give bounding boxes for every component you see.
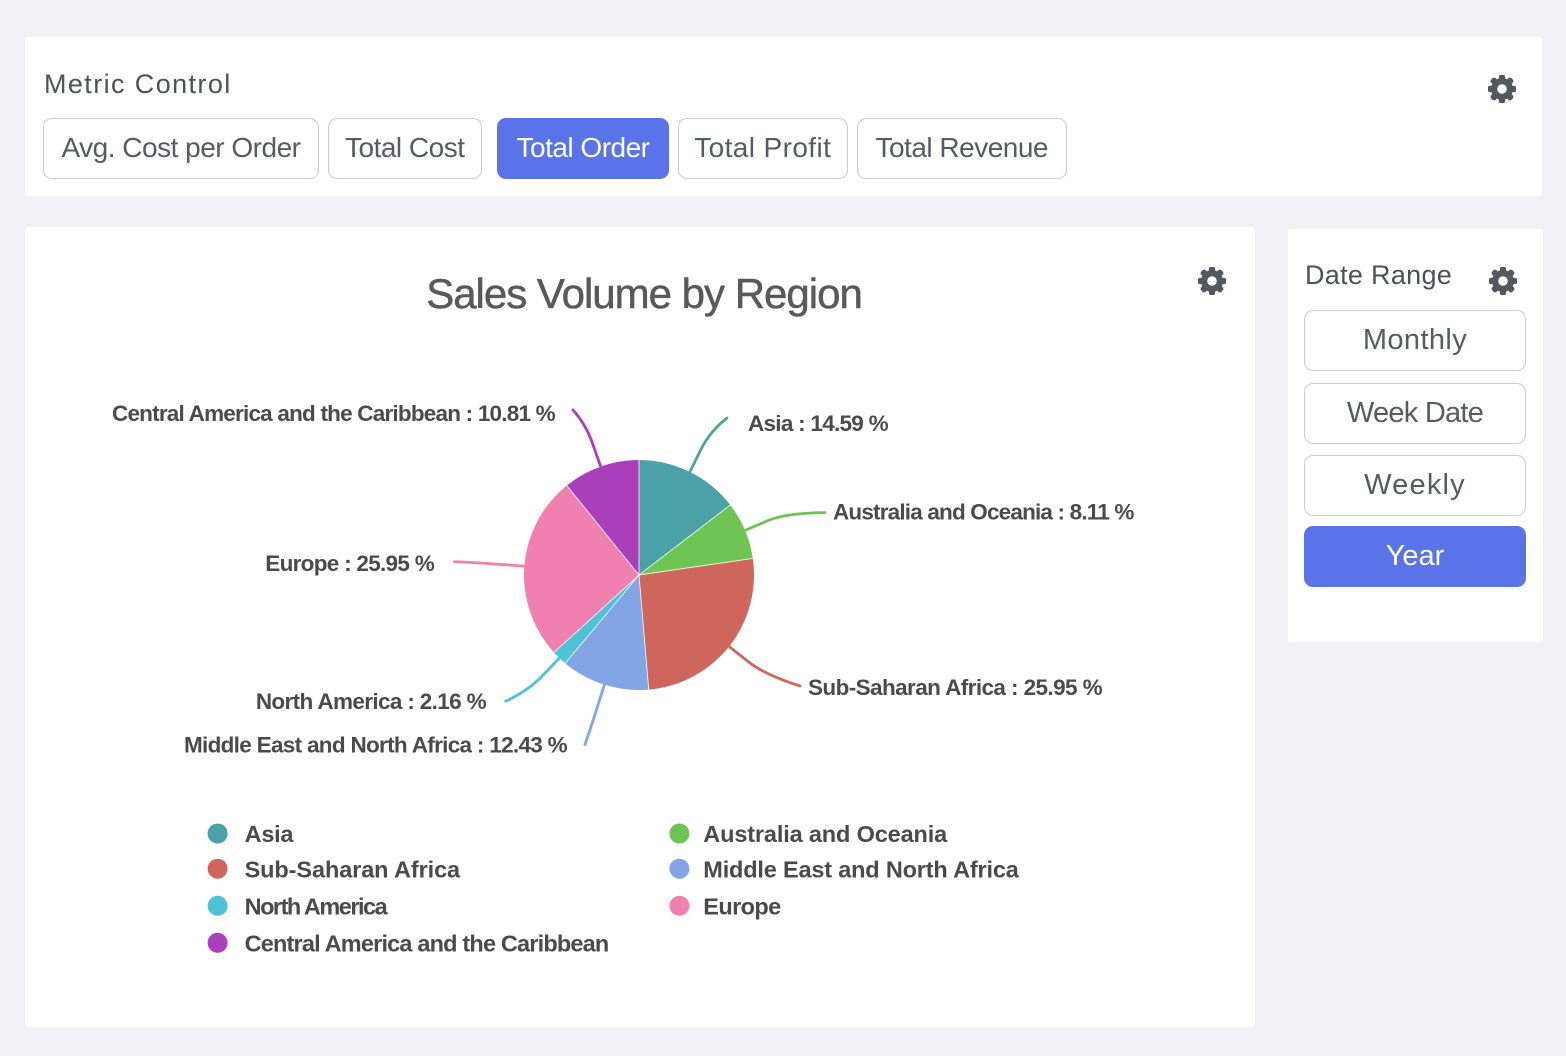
svg-text:North America : 2.16 %: North America : 2.16 % (256, 689, 487, 714)
svg-text:Sub-Saharan Africa : 25.95 %: Sub-Saharan Africa : 25.95 % (808, 675, 1103, 700)
svg-text:Asia: Asia (245, 821, 295, 847)
svg-text:Central America and the Caribb: Central America and the Caribbean (245, 930, 609, 956)
svg-text:Europe : 25.95 %: Europe : 25.95 % (265, 551, 434, 576)
svg-text:Europe: Europe (703, 893, 781, 919)
svg-text:Central America and the Caribb: Central America and the Caribbean : 10.8… (112, 401, 556, 426)
svg-text:Australia and Oceania: Australia and Oceania (703, 821, 948, 847)
svg-text:Middle East and North Africa: Middle East and North Africa (703, 856, 1019, 882)
svg-text:North America: North America (245, 893, 389, 919)
svg-text:Sales Volume by Region: Sales Volume by Region (426, 270, 862, 317)
svg-text:Middle East and North Africa :: Middle East and North Africa : 12.43 % (184, 733, 568, 758)
svg-text:Australia and Oceania : 8.11 %: Australia and Oceania : 8.11 % (833, 500, 1134, 525)
svg-text:Asia : 14.59 %: Asia : 14.59 % (748, 411, 889, 436)
svg-text:Sub-Saharan Africa: Sub-Saharan Africa (245, 856, 461, 882)
